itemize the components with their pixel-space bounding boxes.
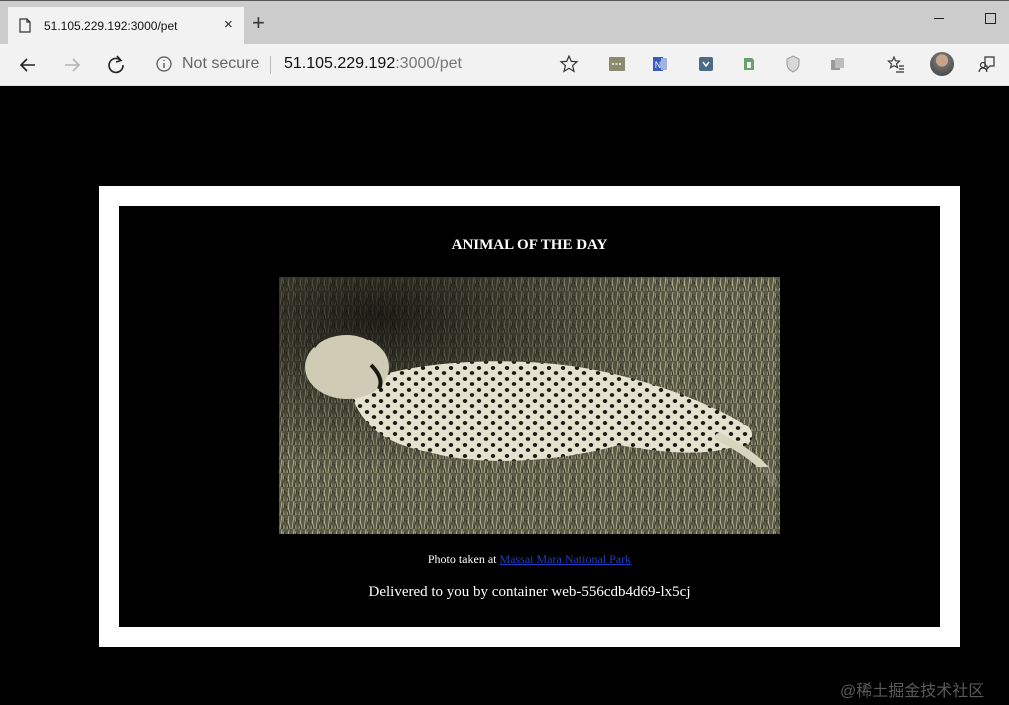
- refresh-icon[interactable]: [104, 53, 128, 77]
- page-icon: [19, 18, 31, 33]
- tab-strip: 51.105.229.192:3000/pet × +: [0, 0, 1009, 45]
- content-frame: ANIMAL OF THE DAY Photo taken at Massai …: [99, 186, 960, 647]
- page-title: ANIMAL OF THE DAY: [451, 237, 608, 253]
- tab-close-icon[interactable]: ×: [224, 16, 233, 34]
- shield-extension-icon[interactable]: [783, 54, 803, 74]
- favorite-star-icon[interactable]: [559, 54, 579, 74]
- svg-text:N: N: [655, 60, 662, 70]
- extension-icon-4[interactable]: [739, 54, 759, 74]
- maximize-window-icon[interactable]: [985, 13, 996, 24]
- minimize-window-icon[interactable]: [934, 18, 944, 19]
- content-panel: ANIMAL OF THE DAY Photo taken at Massai …: [119, 206, 940, 627]
- browser-toolbar: Not secure 51.105.229.192:3000/pet N: [0, 44, 1009, 86]
- extension-icon-3[interactable]: [696, 54, 716, 74]
- security-label[interactable]: Not secure: [182, 55, 259, 73]
- url-path: :3000/pet: [395, 55, 462, 72]
- watermark: @稀土掘金技术社区: [840, 683, 985, 700]
- profile-avatar[interactable]: [930, 52, 954, 76]
- url-host: 51.105.229.192: [284, 55, 396, 72]
- container-info: Delivered to you by container web-556cdb…: [368, 584, 691, 600]
- extension-icon-1[interactable]: [607, 54, 627, 74]
- onenote-extension-icon[interactable]: N: [650, 54, 670, 74]
- photo-caption: Photo taken at Massai Mara National Park: [119, 552, 940, 567]
- extension-icon-6[interactable]: [827, 54, 847, 74]
- new-tab-button[interactable]: +: [252, 12, 265, 34]
- cheetah-image-illustration: [279, 277, 780, 534]
- park-link[interactable]: Massai Mara National Park: [500, 552, 632, 566]
- tab-title: 51.105.229.192:3000/pet: [44, 19, 178, 33]
- back-arrow-icon[interactable]: [16, 53, 40, 77]
- cheetah-photo: [279, 277, 780, 534]
- feedback-icon[interactable]: [977, 54, 997, 74]
- address-bar[interactable]: 51.105.229.192:3000/pet: [284, 55, 462, 73]
- info-icon[interactable]: [154, 54, 174, 74]
- browser-tab[interactable]: 51.105.229.192:3000/pet ×: [8, 7, 244, 45]
- favorites-list-icon[interactable]: [886, 54, 906, 74]
- caption-text: Photo taken at: [427, 552, 500, 566]
- address-divider: [270, 56, 271, 74]
- forward-arrow-icon[interactable]: [60, 53, 84, 77]
